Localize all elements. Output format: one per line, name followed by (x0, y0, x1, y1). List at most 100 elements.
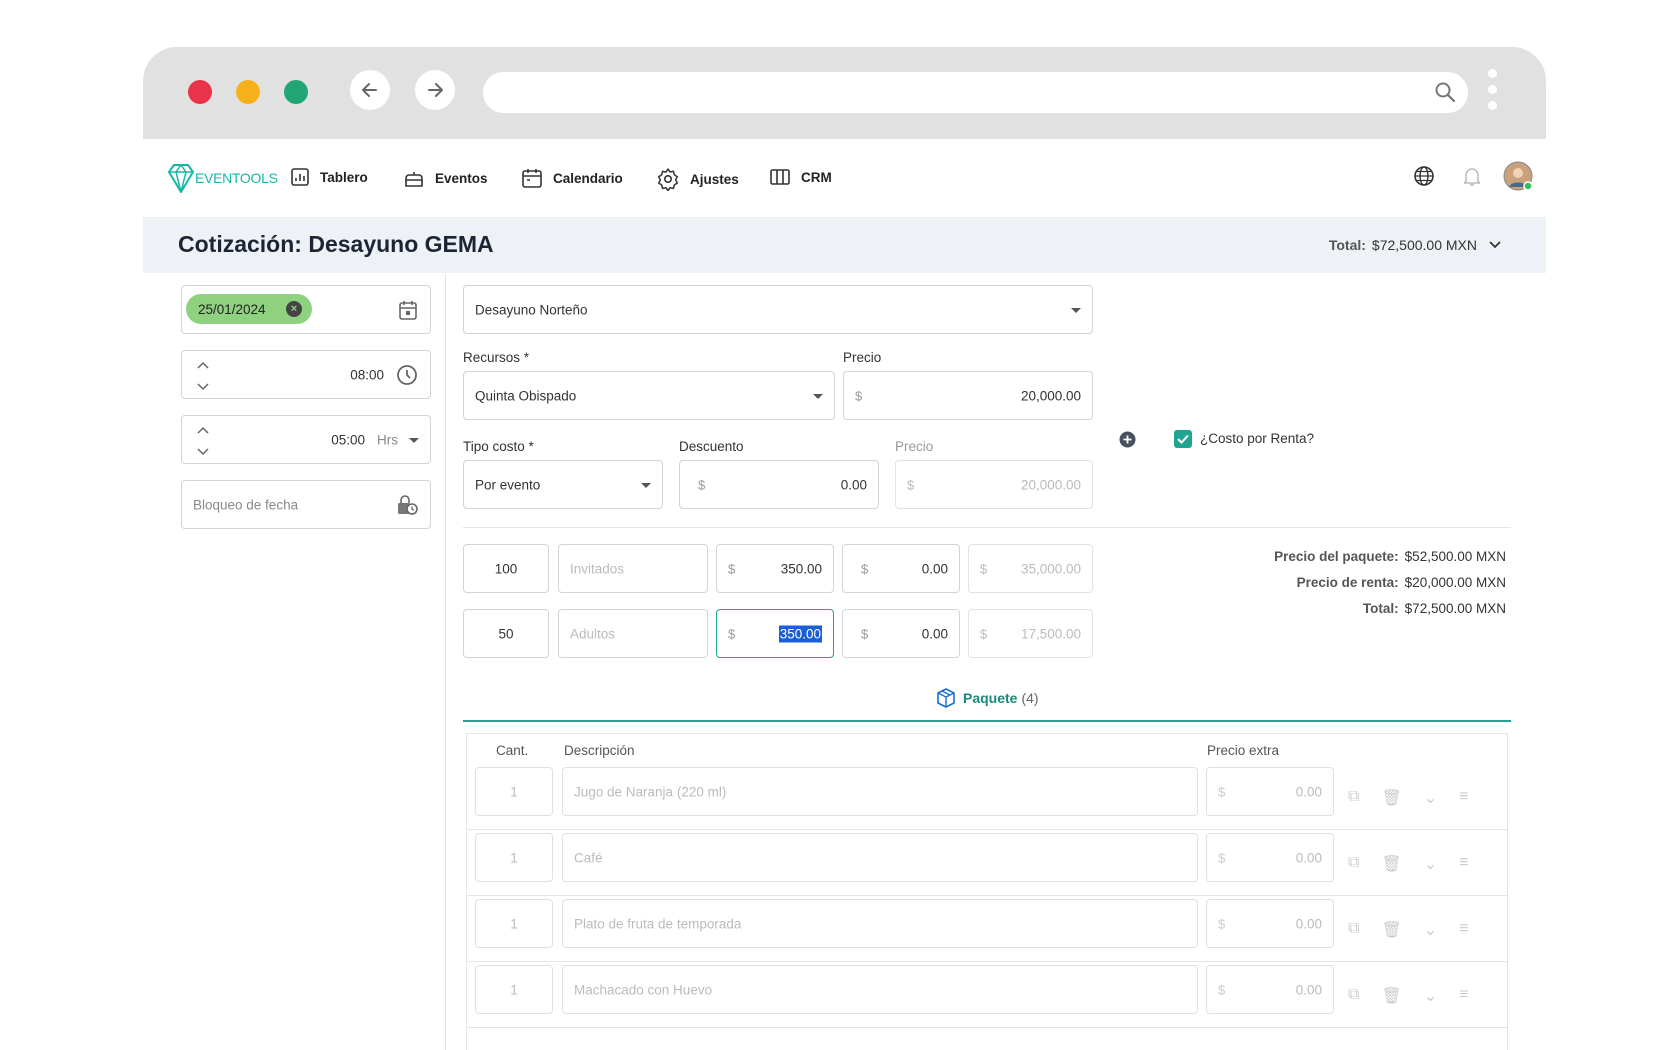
browser-chrome (143, 47, 1546, 139)
stepper-arrows-icon[interactable] (196, 360, 210, 392)
drag-handle-icon[interactable]: ≡ (1459, 854, 1468, 874)
dropdown-caret-icon (641, 482, 651, 488)
item-desc-input[interactable]: Machacado con Huevo (562, 965, 1198, 1014)
item-qty-input[interactable]: 1 (475, 767, 553, 816)
discount-input[interactable]: $ 0.00 (842, 609, 960, 658)
copy-icon[interactable]: ⧉ (1348, 788, 1359, 808)
column-header-extra: Precio extra (1207, 743, 1280, 758)
item-desc-input[interactable]: Jugo de Naranja (220 ml) (562, 767, 1198, 816)
nav-item-crm[interactable]: CRM (769, 167, 832, 187)
currency-symbol: $ (728, 561, 736, 576)
item-extra-input[interactable]: $0.00 (1206, 767, 1334, 816)
drag-handle-icon[interactable]: ≡ (1459, 986, 1468, 1006)
unit-price-input-focused[interactable]: $ 350.00 (716, 609, 834, 658)
guest-type-placeholder: Adultos (570, 626, 616, 641)
top-navigation: EVENTOOLS Tablero Eventos Calendario Aju… (143, 139, 1546, 217)
maximize-window-dot[interactable] (284, 80, 308, 104)
browser-window: EVENTOOLS Tablero Eventos Calendario Aju… (143, 47, 1546, 1050)
user-avatar[interactable] (1503, 161, 1533, 196)
forward-button[interactable] (415, 70, 455, 110)
trash-icon[interactable]: 🗑 (1381, 788, 1401, 808)
item-extra-input[interactable]: $0.00 (1206, 899, 1334, 948)
drag-handle-icon[interactable]: ≡ (1459, 788, 1468, 808)
close-window-dot[interactable] (188, 80, 212, 104)
copy-icon[interactable]: ⧉ (1348, 986, 1359, 1006)
nav-item-calendario[interactable]: Calendario (521, 167, 623, 189)
column-header-qty: Cant. (496, 743, 529, 758)
item-extra: 0.00 (1295, 916, 1322, 931)
tab-paquete[interactable]: Paquete (4) (935, 687, 1039, 709)
unit-price-input[interactable]: $ 350.00 (716, 544, 834, 593)
chevron-down-icon[interactable]: ⌄ (1424, 854, 1437, 874)
package-select[interactable]: Desayuno Norteño (463, 285, 1093, 334)
summary-rent-price: Precio de renta: $20,000.00 MXN (1297, 575, 1506, 590)
descuento-input[interactable]: $ 0.00 (679, 460, 879, 509)
item-desc-input[interactable]: Café (562, 833, 1198, 882)
clock-icon (397, 365, 417, 385)
time-field[interactable]: 08:00 (181, 350, 431, 399)
header-total[interactable]: Total: $72,500.00 MXN (1329, 237, 1501, 253)
recursos-label: Recursos * (463, 350, 530, 365)
chevron-down-icon[interactable]: ⌄ (1424, 920, 1437, 940)
precio-input[interactable]: $ 20,000.00 (843, 371, 1093, 420)
nav-item-eventos[interactable]: Eventos (403, 167, 488, 189)
guest-qty-input[interactable]: 100 (463, 544, 549, 593)
item-extra-input[interactable]: $0.00 (1206, 965, 1334, 1014)
copy-icon[interactable]: ⧉ (1348, 920, 1359, 940)
remove-date-icon[interactable]: × (286, 301, 302, 317)
globe-icon (1414, 166, 1434, 186)
discount-input[interactable]: $ 0.00 (842, 544, 960, 593)
guest-qty-input[interactable]: 50 (463, 609, 549, 658)
currency-symbol: $ (1218, 916, 1226, 931)
currency-symbol: $ (1218, 982, 1226, 997)
item-extra: 0.00 (1295, 784, 1322, 799)
date-field[interactable]: 25/01/2024 × (181, 285, 431, 334)
item-desc-input[interactable]: Plato de fruta de temporada (562, 899, 1198, 948)
eventools-logo[interactable]: EVENTOOLS (168, 163, 278, 193)
nav-item-ajustes[interactable]: Ajustes (656, 167, 739, 191)
chevron-down-icon[interactable]: ⌄ (1424, 986, 1437, 1006)
date-chip-text: 25/01/2024 (198, 301, 266, 317)
date-block-field[interactable]: Bloqueo de fecha (181, 480, 431, 529)
dropdown-caret-icon[interactable] (409, 437, 419, 443)
avatar-icon (1503, 161, 1533, 191)
stepper-arrows-icon[interactable] (196, 425, 210, 457)
guest-type-placeholder: Invitados (570, 561, 625, 576)
drag-handle-icon[interactable]: ≡ (1459, 920, 1468, 940)
browser-menu-icon[interactable] (1488, 69, 1498, 117)
currency-symbol: $ (1218, 850, 1226, 865)
item-qty-input[interactable]: 1 (475, 833, 553, 882)
dropdown-caret-icon (813, 393, 823, 399)
item-qty-input[interactable]: 1 (475, 965, 553, 1014)
page-title: Cotización: Desayuno GEMA (178, 231, 494, 257)
calendar-icon[interactable] (398, 299, 418, 321)
dropdown-caret-icon (1071, 307, 1081, 313)
nav-item-tablero[interactable]: Tablero (290, 167, 368, 187)
guest-type-input[interactable]: Invitados (558, 544, 708, 593)
tipo-costo-select[interactable]: Por evento (463, 460, 663, 509)
calendar-icon (522, 169, 542, 188)
trash-icon[interactable]: 🗑 (1381, 854, 1401, 874)
trash-icon[interactable]: 🗑 (1381, 920, 1401, 940)
minimize-window-dot[interactable] (236, 80, 260, 104)
notifications-button[interactable] (1461, 165, 1483, 192)
costo-renta-checkbox[interactable] (1174, 430, 1192, 448)
item-qty-input[interactable]: 1 (475, 899, 553, 948)
trash-icon[interactable]: 🗑 (1381, 986, 1401, 1006)
language-button[interactable] (1413, 165, 1435, 192)
table-row: 1 Plato de fruta de temporada $0.00 ⧉ 🗑 ⌄ ≡ (467, 896, 1507, 962)
copy-icon[interactable]: ⧉ (1348, 854, 1359, 874)
date-chip[interactable]: 25/01/2024 × (186, 294, 312, 324)
add-circle-icon[interactable] (1119, 431, 1136, 448)
recursos-select[interactable]: Quinta Obispado (463, 371, 835, 420)
time-value: 08:00 (350, 367, 384, 382)
diamond-logo-icon (168, 163, 194, 193)
descuento-value: 0.00 (840, 477, 867, 492)
address-bar[interactable] (483, 72, 1468, 113)
guest-type-input[interactable]: Adultos (558, 609, 708, 658)
chevron-down-icon[interactable]: ⌄ (1424, 788, 1437, 808)
back-button[interactable] (350, 70, 390, 110)
duration-field[interactable]: 05:00 Hrs (181, 415, 431, 464)
summary-label: Precio del paquete: (1274, 549, 1399, 564)
item-extra-input[interactable]: $0.00 (1206, 833, 1334, 882)
